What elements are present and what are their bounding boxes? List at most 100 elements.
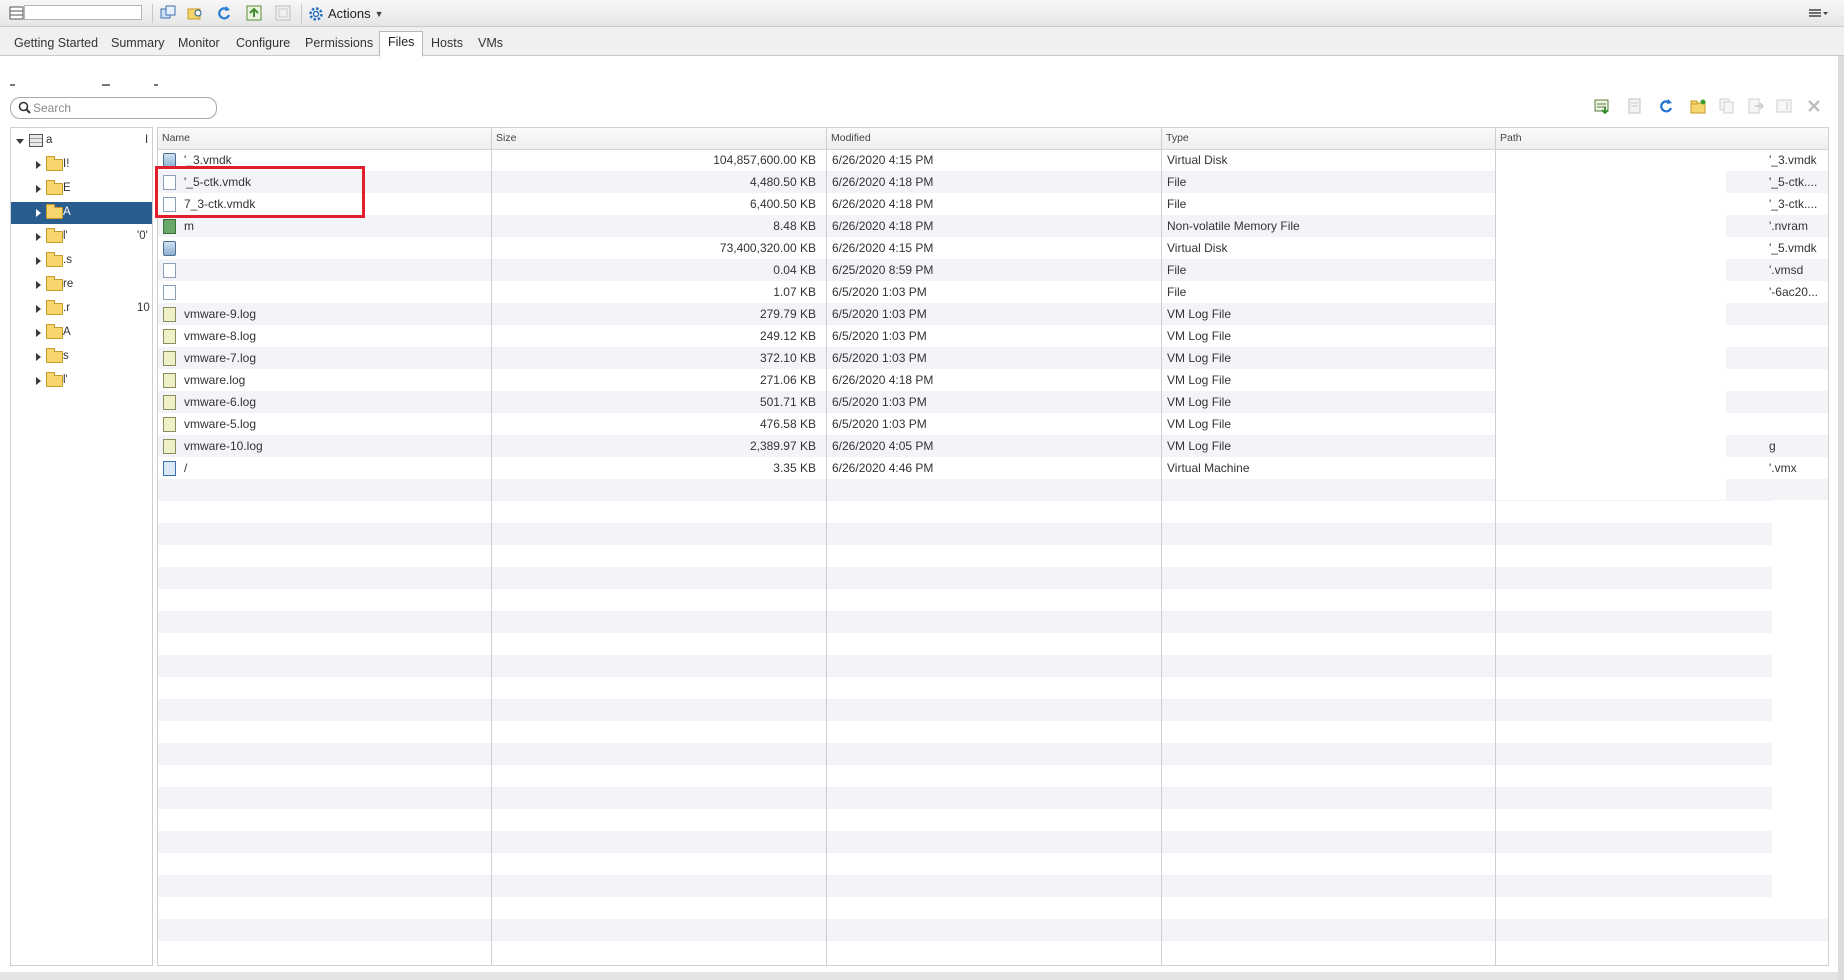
file-file-icon (163, 285, 176, 300)
rename-icon (1776, 98, 1792, 114)
cell-size: 6,400.50 KB (749, 197, 816, 211)
expand-icon[interactable] (36, 209, 41, 217)
tab-summary[interactable]: Summary (103, 33, 172, 56)
column-header-path[interactable]: Path (1496, 128, 1828, 149)
cell-path: g (1769, 439, 1776, 453)
copy-icon (1719, 98, 1735, 114)
cell-path: '-6ac20... (1769, 285, 1818, 299)
browse-icon[interactable] (187, 5, 203, 21)
cell-type: File (1167, 197, 1187, 211)
expand-icon[interactable] (36, 257, 41, 265)
tab-configure[interactable]: Configure (228, 33, 298, 56)
top-toolbar: Actions ▼ (0, 0, 1844, 27)
vm-file-icon (163, 461, 176, 476)
redaction (1496, 150, 1726, 500)
tree-label: a (46, 134, 53, 146)
tree-item[interactable]: .s (11, 250, 152, 272)
column-header-modified[interactable]: Modified (827, 128, 1162, 149)
expand-icon[interactable] (36, 281, 41, 289)
column-header-size[interactable]: Size (492, 128, 827, 149)
cell-modified: 6/5/2020 1:03 PM (832, 329, 927, 343)
tab-permissions[interactable]: Permissions (297, 33, 381, 56)
expand-icon[interactable] (36, 377, 41, 385)
tree-item[interactable]: E (11, 178, 152, 200)
expand-icon[interactable] (36, 161, 41, 169)
actions-menu-button[interactable]: Actions ▼ (308, 4, 384, 23)
datastore-icon (29, 134, 43, 147)
menu-icon[interactable] (1807, 5, 1829, 21)
cell-type: Virtual Machine (1167, 461, 1250, 475)
search-icon (18, 101, 32, 115)
cell-size: 1.07 KB (773, 285, 816, 299)
tree-item[interactable]: I! (11, 154, 152, 176)
column-header-name[interactable]: Name (158, 128, 492, 149)
cell-type: VM Log File (1167, 351, 1232, 365)
upload-icon[interactable] (246, 5, 262, 21)
cell-name: vmware-8.log (184, 329, 257, 343)
download-icon[interactable] (1594, 98, 1610, 115)
new-folder-icon[interactable] (1690, 98, 1706, 114)
cell-path (1769, 303, 1827, 325)
cell-modified: 6/26/2020 4:15 PM (832, 241, 934, 255)
tree-item[interactable]: .r 10 (11, 298, 152, 320)
empty-row (158, 787, 1828, 809)
cell-size: 73,400,320.00 KB (719, 241, 816, 255)
empty-row (158, 765, 1828, 787)
header-fragment (154, 84, 158, 86)
cell-modified: 6/5/2020 1:03 PM (832, 307, 927, 321)
chevron-down-icon: ▼ (374, 8, 384, 19)
list-icon[interactable] (9, 5, 25, 21)
cell-path (1769, 391, 1827, 413)
empty-row (158, 919, 1828, 941)
folder-icon (46, 300, 63, 315)
tree-item[interactable]: s (11, 346, 152, 368)
expand-icon[interactable] (36, 305, 41, 313)
tab-files[interactable]: Files (379, 31, 424, 57)
cell-path: '.nvram (1769, 219, 1808, 233)
tab-hosts[interactable]: Hosts (423, 33, 471, 56)
tree-item[interactable]: A (11, 322, 152, 344)
tree-item[interactable]: l' '0' (11, 226, 152, 248)
empty-row (158, 677, 1828, 699)
empty-row (158, 501, 1828, 523)
cell-name: m (184, 219, 194, 233)
refresh-icon[interactable] (1658, 98, 1674, 114)
expand-icon[interactable] (36, 185, 41, 193)
tab-monitor[interactable]: Monitor (170, 33, 228, 56)
expand-icon[interactable] (36, 353, 41, 361)
selection-highlight (11, 202, 152, 224)
tree-label: A (63, 206, 71, 218)
tab-getting-started[interactable]: Getting Started (6, 33, 106, 56)
search-box[interactable] (10, 97, 217, 119)
expand-icon[interactable] (36, 233, 41, 241)
cell-size: 0.04 KB (773, 263, 816, 277)
tree-root[interactable]: a I (11, 130, 152, 152)
redaction (1772, 500, 1828, 900)
log-file-icon (163, 373, 176, 388)
vertical-scrollbar[interactable] (1838, 56, 1844, 980)
cell-size: 249.12 KB (759, 329, 816, 343)
cell-name: '_3.vmdk (184, 153, 232, 167)
disabled-icon (275, 5, 291, 21)
cell-path: '.vmsd (1769, 263, 1804, 277)
tab-vms[interactable]: VMs (470, 33, 511, 56)
tree-label: l' (63, 230, 68, 242)
toolbar-separator (301, 4, 302, 23)
expand-icon[interactable] (36, 329, 41, 337)
refresh-icon[interactable] (216, 5, 232, 21)
object-name-field (24, 5, 142, 20)
search-input[interactable] (33, 100, 211, 115)
new-folder-icon[interactable] (160, 5, 176, 21)
tree-item[interactable]: re (11, 274, 152, 296)
log-file-icon (163, 307, 176, 322)
tree-item[interactable]: l' (11, 370, 152, 392)
empty-row (158, 655, 1828, 677)
empty-row (158, 545, 1828, 567)
column-header-type[interactable]: Type (1162, 128, 1496, 149)
tree-item[interactable]: A (11, 202, 152, 224)
cell-size: 2,389.97 KB (749, 439, 816, 453)
expand-icon[interactable] (16, 139, 24, 144)
empty-row (158, 523, 1828, 545)
cell-name: / (184, 461, 188, 475)
cell-size: 501.71 KB (759, 395, 816, 409)
